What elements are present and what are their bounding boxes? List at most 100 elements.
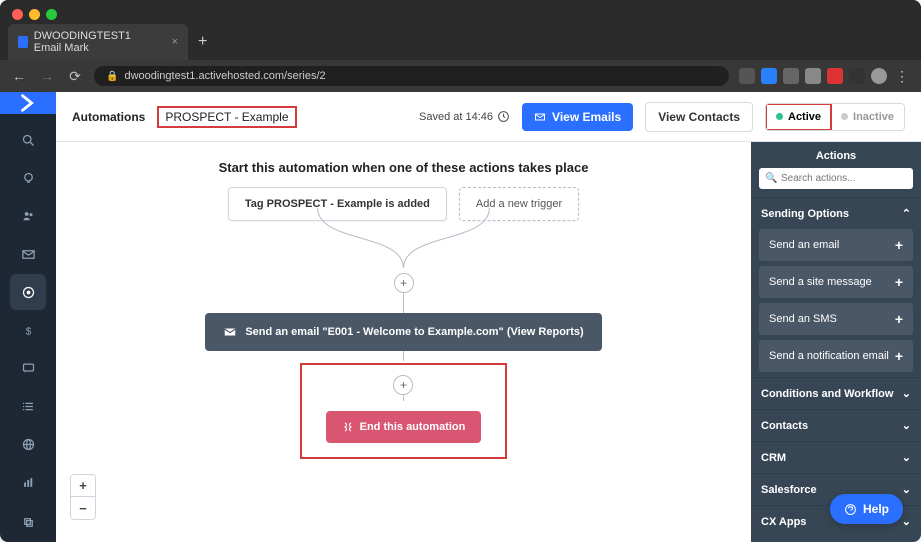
end-automation-node[interactable]: End this automation — [326, 411, 482, 443]
chat-icon — [21, 361, 36, 376]
item-label: Send a site message — [769, 276, 872, 288]
plus-icon: + — [895, 348, 903, 364]
envelope-icon — [21, 247, 36, 262]
chevron-down-icon: ⌄ — [902, 419, 911, 432]
nav-campaigns[interactable] — [10, 236, 46, 272]
nav-lists[interactable] — [10, 388, 46, 424]
plus-icon: + — [895, 274, 903, 290]
add-trigger-label: Add a new trigger — [476, 198, 562, 210]
profile-icon[interactable] — [871, 68, 887, 84]
send-email-node[interactable]: Send an email "E001 - Welcome to Example… — [205, 313, 601, 351]
history-icon[interactable] — [497, 110, 510, 123]
action-send-sms[interactable]: Send an SMS + — [759, 303, 913, 335]
trigger-label: Tag PROSPECT - Example is added — [245, 198, 430, 210]
item-label: Send a notification email — [769, 350, 889, 362]
browser-menu-icon[interactable]: ⋮ — [893, 68, 911, 85]
tab-title: DWOODINGTEST1 Email Mark — [34, 30, 160, 54]
nav-search[interactable] — [10, 122, 46, 158]
forward-button[interactable]: → — [38, 68, 56, 84]
nav-conversations[interactable] — [10, 350, 46, 386]
target-icon — [21, 285, 36, 300]
section-sending-options[interactable]: Sending Options ⌃ — [751, 197, 921, 229]
add-step-button[interactable]: + — [393, 375, 413, 395]
section-label: Contacts — [761, 420, 808, 432]
nav-reports[interactable] — [10, 464, 46, 500]
zoom-in-button[interactable]: + — [71, 475, 95, 497]
maximize-window-dot[interactable] — [46, 9, 57, 20]
list-icon — [21, 399, 36, 414]
svg-text:$: $ — [25, 326, 31, 337]
nav-contacts[interactable] — [10, 198, 46, 234]
search-icon — [21, 133, 36, 148]
saved-indicator: Saved at 14:46 — [419, 110, 510, 123]
section-contacts[interactable]: Contacts ⌄ — [751, 409, 921, 441]
close-tab-icon[interactable]: × — [172, 36, 178, 48]
trigger-node[interactable]: Tag PROSPECT - Example is added — [228, 187, 447, 221]
chevron-logo-icon — [17, 92, 39, 114]
section-crm[interactable]: CRM ⌄ — [751, 441, 921, 473]
zoom-controls: + − — [70, 474, 96, 520]
action-send-email[interactable]: Send an email+ — [759, 229, 913, 261]
lightbulb-icon — [21, 171, 36, 186]
view-emails-button[interactable]: View Emails — [522, 103, 633, 131]
zoom-out-button[interactable]: − — [71, 497, 95, 519]
section-label: CX Apps — [761, 516, 806, 528]
automation-canvas[interactable]: Start this automation when one of these … — [56, 142, 751, 542]
people-icon — [21, 209, 36, 224]
action-send-site-message[interactable]: Send a site message + — [759, 266, 913, 298]
reload-button[interactable]: ⟳ — [66, 68, 84, 85]
plus-icon: + — [895, 311, 903, 327]
section-label: Conditions and Workflow — [761, 388, 893, 400]
nav-automations[interactable] — [10, 274, 46, 310]
help-button[interactable]: Help — [830, 494, 903, 524]
extension-icon[interactable] — [783, 68, 799, 84]
active-dot-icon — [776, 113, 783, 120]
nav-deals[interactable]: $ — [10, 312, 46, 348]
send-email-label: Send an email "E001 - Welcome to Example… — [245, 326, 583, 338]
section-conditions[interactable]: Conditions and Workflow⌄ — [751, 377, 921, 409]
extension-icon[interactable] — [849, 68, 865, 84]
section-label: Sending Options — [761, 208, 849, 220]
back-button[interactable]: ← — [10, 68, 28, 84]
automation-title[interactable]: PROSPECT - Example — [157, 106, 296, 128]
nav-apps[interactable] — [10, 504, 46, 540]
item-label: Send an SMS — [769, 313, 837, 325]
end-label: End this automation — [360, 421, 466, 433]
extension-icon[interactable] — [805, 68, 821, 84]
status-inactive-button[interactable]: Inactive — [831, 104, 904, 130]
bar-chart-icon — [21, 475, 36, 490]
connector-line — [403, 293, 404, 313]
browser-tab[interactable]: DWOODINGTEST1 Email Mark × — [8, 24, 188, 60]
extension-icon[interactable] — [827, 68, 843, 84]
new-tab-button[interactable]: + — [188, 33, 217, 51]
inactive-dot-icon — [841, 113, 848, 120]
help-label: Help — [863, 502, 889, 516]
dollar-icon: $ — [21, 323, 36, 338]
view-emails-label: View Emails — [552, 110, 621, 124]
minimize-window-dot[interactable] — [29, 9, 40, 20]
connector-line — [403, 395, 404, 401]
breadcrumb[interactable]: Automations — [72, 110, 145, 124]
extension-row: ⋮ — [739, 68, 911, 85]
nav-ideas[interactable] — [10, 160, 46, 196]
chevron-down-icon: ⌄ — [902, 483, 911, 496]
end-icon — [342, 421, 354, 433]
extension-icon[interactable] — [761, 68, 777, 84]
actions-search-input[interactable] — [759, 168, 913, 189]
address-bar[interactable]: 🔒 dwoodingtest1.activehosted.com/series/… — [94, 66, 729, 86]
view-contacts-label: View Contacts — [658, 110, 740, 124]
close-window-dot[interactable] — [12, 9, 23, 20]
add-trigger-node[interactable]: Add a new trigger — [459, 187, 579, 221]
chevron-down-icon: ⌄ — [902, 451, 911, 464]
status-active-button[interactable]: Active — [766, 104, 831, 130]
plus-icon: + — [895, 237, 903, 253]
add-step-button[interactable]: + — [394, 273, 414, 293]
view-contacts-button[interactable]: View Contacts — [645, 102, 753, 132]
status-inactive-label: Inactive — [853, 111, 894, 123]
section-label: CRM — [761, 452, 786, 464]
action-send-notification[interactable]: Send a notification email + — [759, 340, 913, 372]
lock-icon: 🔒 — [106, 71, 118, 82]
app-logo[interactable] — [0, 92, 56, 114]
extension-icon[interactable] — [739, 68, 755, 84]
nav-site[interactable] — [10, 426, 46, 462]
